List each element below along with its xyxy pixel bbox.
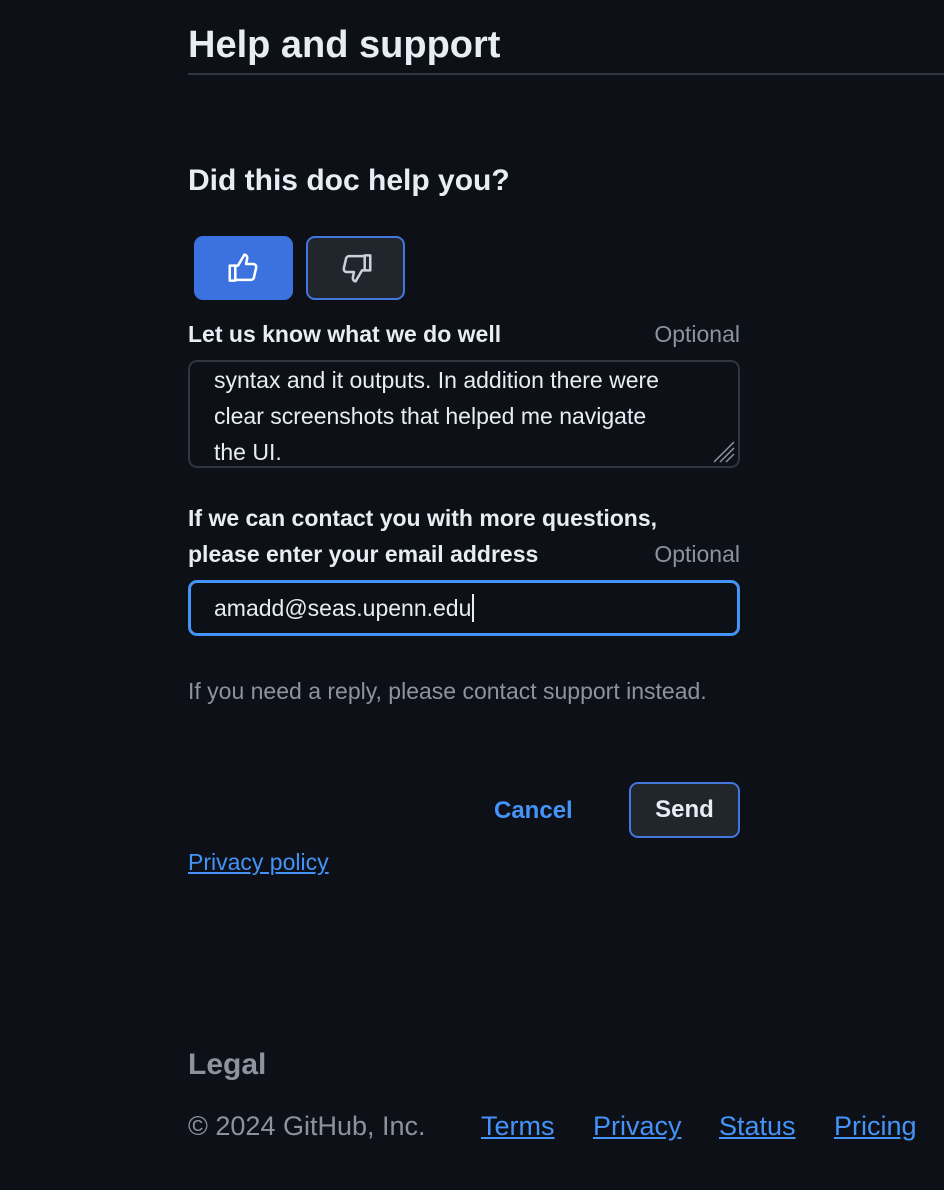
section-title: Help and support bbox=[188, 24, 501, 66]
thumbs-up-icon bbox=[227, 253, 258, 282]
feedback-question: Did this doc help you? bbox=[188, 164, 510, 197]
email-value: amadd@seas.upenn.edu bbox=[214, 595, 472, 621]
resize-handle-icon[interactable] bbox=[710, 438, 736, 464]
well-optional-tag: Optional bbox=[654, 321, 740, 347]
email-label-line2: please enter your email address bbox=[188, 541, 539, 567]
footer-link-privacy[interactable]: Privacy bbox=[593, 1108, 682, 1144]
thumbs-down-button[interactable] bbox=[306, 236, 405, 300]
footer-link-pricing[interactable]: Pricing bbox=[834, 1108, 917, 1144]
help-support-page: Help and support Did this doc help you? … bbox=[0, 0, 944, 1190]
thumbs-up-button[interactable] bbox=[194, 236, 293, 300]
well-textarea[interactable]: syntax and it outputs. In addition there… bbox=[188, 360, 740, 468]
email-input[interactable]: amadd@seas.upenn.edu bbox=[188, 580, 740, 636]
reply-note: If you need a reply, please contact supp… bbox=[188, 678, 707, 704]
well-label: Let us know what we do well bbox=[188, 321, 502, 347]
section-divider bbox=[188, 73, 944, 75]
privacy-policy-link[interactable]: Privacy policy bbox=[188, 845, 329, 879]
well-textarea-text: syntax and it outputs. In addition there… bbox=[214, 367, 659, 465]
text-caret bbox=[472, 594, 475, 622]
send-button[interactable]: Send bbox=[629, 782, 740, 838]
footer-link-terms[interactable]: Terms bbox=[481, 1108, 555, 1144]
cancel-button[interactable]: Cancel bbox=[494, 794, 573, 828]
copyright-text: © 2024 GitHub, Inc. bbox=[188, 1111, 426, 1141]
thumbs-down-icon bbox=[341, 254, 372, 283]
email-label-line1: If we can contact you with more question… bbox=[188, 505, 658, 531]
email-optional-tag: Optional bbox=[654, 541, 740, 567]
legal-title: Legal bbox=[188, 1048, 267, 1081]
footer-link-status[interactable]: Status bbox=[719, 1108, 796, 1144]
